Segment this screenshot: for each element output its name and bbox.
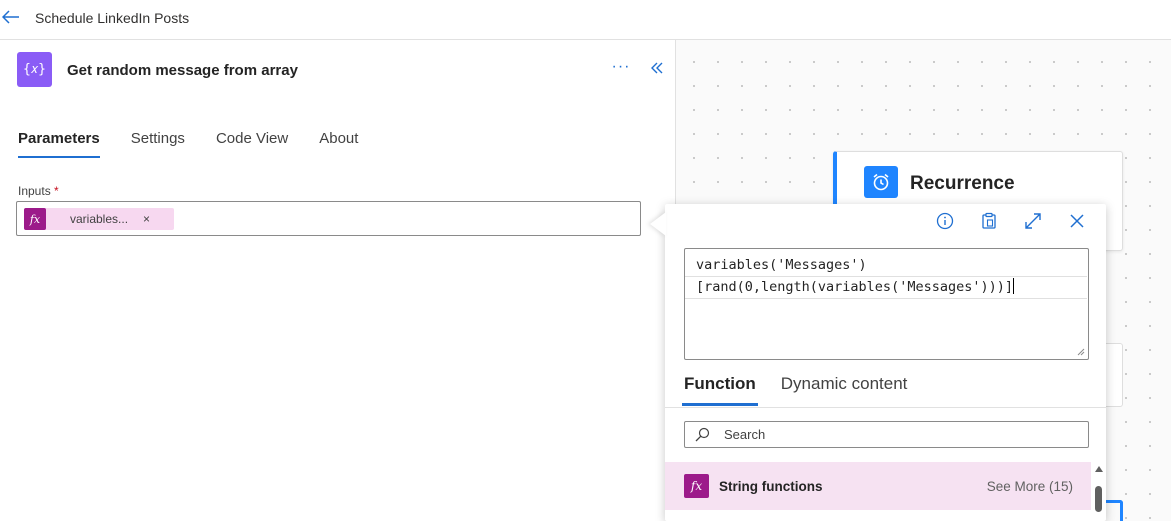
back-arrow-icon[interactable] [0, 6, 22, 28]
close-icon[interactable] [1066, 210, 1088, 232]
popup-actions [912, 210, 1088, 232]
inputs-label: Inputs * [18, 184, 59, 198]
popup-tabs: Function Dynamic content [682, 374, 930, 406]
recurrence-title: Recurrence [910, 173, 1015, 194]
tab-code-view[interactable]: Code View [216, 130, 288, 158]
expand-icon[interactable] [1022, 210, 1044, 232]
token-label: variables... [70, 212, 129, 226]
expression-line-1: variables('Messages') [696, 257, 867, 273]
more-options-button[interactable]: ··· [610, 58, 632, 80]
resize-grip-icon[interactable] [1076, 347, 1085, 356]
search-icon [695, 427, 710, 441]
tab-function[interactable]: Function [682, 374, 758, 406]
tab-about[interactable]: About [319, 130, 358, 158]
scrollbar[interactable] [1094, 466, 1104, 521]
top-bar: Schedule LinkedIn Posts [0, 0, 1171, 40]
expression-line-2-wrapper: [rand(0,length(variables('Messages')))] [685, 276, 1087, 299]
function-icon: fx [684, 474, 709, 498]
expression-editor[interactable]: variables('Messages') [rand(0,length(var… [684, 248, 1089, 360]
scroll-up-arrow-icon[interactable] [1095, 466, 1103, 472]
inputs-field[interactable]: fx variables... × [16, 201, 641, 236]
expression-line-2: [rand(0,length(variables('Messages')))] [696, 279, 1013, 295]
required-mark: * [54, 184, 59, 198]
category-label: String functions [719, 478, 823, 494]
alarm-clock-icon [864, 166, 898, 198]
category-string-functions[interactable]: fx String functions See More (15) [665, 462, 1091, 510]
remove-token-button[interactable]: × [143, 212, 150, 226]
variable-icon: {𝑥} [17, 52, 52, 87]
clipboard-icon[interactable] [978, 210, 1000, 232]
see-more-link[interactable]: See More (15) [987, 479, 1073, 494]
tab-divider [665, 407, 1106, 408]
info-icon[interactable] [934, 210, 956, 232]
tab-dynamic-content[interactable]: Dynamic content [779, 374, 910, 406]
panel-tabs: Parameters Settings Code View About [18, 130, 389, 160]
scroll-thumb[interactable] [1095, 486, 1102, 512]
function-search-box[interactable] [684, 421, 1089, 448]
popup-arrow [650, 212, 666, 236]
action-details-panel: {𝑥} Get random message from array ··· Pa… [0, 40, 676, 521]
tab-settings[interactable]: Settings [131, 130, 185, 158]
tab-parameters[interactable]: Parameters [18, 130, 100, 158]
flow-title: Schedule LinkedIn Posts [35, 10, 190, 26]
inputs-label-text: Inputs [18, 184, 51, 198]
expression-token[interactable]: fx variables... × [24, 208, 174, 230]
action-title[interactable]: Get random message from array [67, 62, 298, 79]
expression-editor-popup: variables('Messages') [rand(0,length(var… [665, 204, 1106, 521]
function-icon: fx [24, 208, 46, 230]
text-caret [1012, 278, 1014, 294]
collapse-panel-icon[interactable] [646, 57, 668, 79]
search-input[interactable] [724, 427, 1084, 442]
